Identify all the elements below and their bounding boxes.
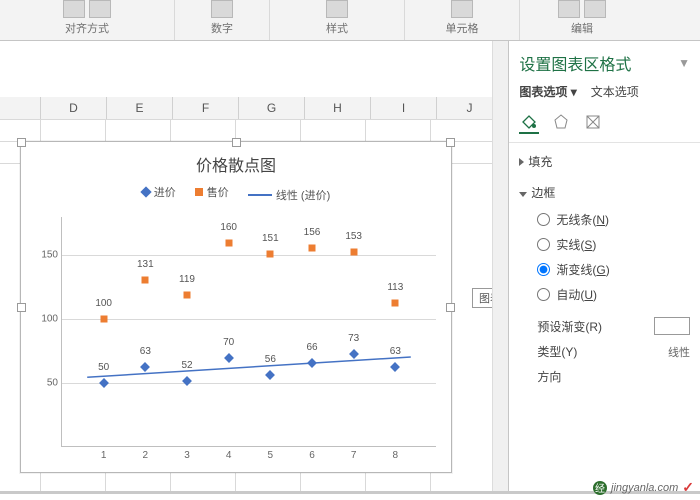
vertical-scrollbar[interactable] (492, 41, 509, 500)
data-label: 70 (223, 337, 234, 348)
col-G[interactable]: G (239, 97, 305, 119)
x-tick: 1 (101, 450, 107, 461)
collapse-icon[interactable] (519, 192, 527, 197)
data-point[interactable] (307, 358, 317, 368)
chart-handle[interactable] (17, 138, 26, 147)
data-label: 131 (137, 259, 154, 270)
effects-tool-icon[interactable] (551, 112, 571, 132)
chart-tooltip: 图表区 (472, 288, 492, 308)
radio-no-line[interactable]: 无线条(N) (537, 211, 690, 228)
data-point[interactable] (267, 251, 274, 258)
chart-legend[interactable]: 进价 售价 线性 (进价) (21, 184, 451, 203)
direction-label: 方向 (537, 368, 561, 385)
data-point[interactable] (99, 378, 109, 388)
data-label: 100 (95, 298, 112, 309)
data-point[interactable] (225, 239, 232, 246)
x-tick: 6 (309, 450, 315, 461)
data-point[interactable] (224, 353, 234, 363)
data-label: 63 (390, 346, 401, 357)
chart-handle[interactable] (446, 138, 455, 147)
data-label: 63 (140, 346, 151, 357)
data-point[interactable] (350, 248, 357, 255)
column-headers: D E F G H I J (0, 97, 492, 120)
data-label: 52 (181, 360, 192, 371)
y-tick: 50 (47, 378, 58, 389)
data-label: 56 (265, 354, 276, 365)
data-point[interactable] (390, 362, 400, 372)
radio-auto[interactable]: 自动(U) (537, 286, 690, 303)
data-label: 50 (98, 362, 109, 373)
type-label: 类型(Y) (537, 343, 577, 360)
data-label: 156 (304, 227, 321, 238)
col-E[interactable]: E (107, 97, 173, 119)
trendline (62, 217, 436, 446)
col-I[interactable]: I (371, 97, 437, 119)
data-label: 151 (262, 233, 279, 244)
expand-icon[interactable] (519, 158, 524, 166)
data-label: 160 (220, 222, 237, 233)
data-point[interactable] (309, 244, 316, 251)
ribbon-group-edit: 编辑 (571, 20, 593, 36)
watermark: 经 jingyanla.com ✓ (593, 479, 694, 496)
data-label: 113 (387, 282, 403, 293)
plot-area[interactable]: 5010015012345678506352705666736310013111… (61, 217, 436, 447)
x-tick: 2 (143, 450, 149, 461)
data-label: 119 (179, 274, 195, 285)
watermark-text: jingyanla.com (611, 482, 678, 494)
data-point[interactable] (140, 362, 150, 372)
chart-options-tab[interactable]: 图表选项 ▾ (519, 83, 576, 100)
y-tick: 150 (41, 250, 58, 261)
section-border[interactable]: 边框 (531, 186, 555, 200)
checkmark-icon: ✓ (682, 479, 694, 496)
fill-tool-icon[interactable] (519, 112, 539, 134)
legend-entry-1: 售价 (207, 184, 229, 200)
pane-dropdown-icon[interactable]: ▼ (678, 56, 690, 70)
format-pane: 设置图表区格式 ▼ 图表选项 ▾ 文本选项 填充 边框 无线条(N) (508, 41, 700, 500)
data-point[interactable] (392, 299, 399, 306)
chart-handle[interactable] (232, 138, 241, 147)
data-point[interactable] (349, 349, 359, 359)
data-label: 73 (348, 333, 359, 344)
radio-gradient-line[interactable]: 渐变线(G) (537, 261, 690, 278)
chart-handle[interactable] (17, 303, 26, 312)
col-H[interactable]: H (305, 97, 371, 119)
x-tick: 7 (351, 450, 357, 461)
type-value[interactable]: 线性 (668, 344, 690, 360)
legend-entry-2: 线性 (进价) (276, 187, 330, 203)
chart-title[interactable]: 价格散点图 (21, 152, 451, 176)
watermark-logo-icon: 经 (593, 481, 607, 495)
col-F[interactable]: F (173, 97, 239, 119)
col-J[interactable]: J (437, 97, 492, 119)
preset-gradient-label: 预设渐变(R) (537, 318, 602, 335)
worksheet-area[interactable]: D E F G H I J (0, 41, 492, 500)
col-D[interactable]: D (41, 97, 107, 119)
data-point[interactable] (184, 291, 191, 298)
data-point[interactable] (100, 316, 107, 323)
format-pane-title: 设置图表区格式 (519, 51, 631, 75)
x-tick: 8 (393, 450, 399, 461)
preset-gradient-picker[interactable] (654, 317, 690, 335)
data-label: 66 (306, 342, 317, 353)
ribbon-group-style: 样式 (326, 20, 348, 36)
legend-entry-0: 进价 (154, 184, 176, 200)
ribbon-group-cells: 单元格 (446, 20, 479, 36)
x-tick: 4 (226, 450, 232, 461)
size-tool-icon[interactable] (583, 112, 603, 132)
chart-handle[interactable] (446, 303, 455, 312)
ribbon-group-align: 对齐方式 (65, 20, 109, 36)
ribbon: 对齐方式 数字 样式 单元格 编辑 (0, 0, 700, 41)
section-fill[interactable]: 填充 (528, 155, 552, 169)
data-label: 153 (345, 231, 362, 242)
data-point[interactable] (142, 276, 149, 283)
x-tick: 5 (268, 450, 274, 461)
ribbon-group-number: 数字 (211, 20, 233, 36)
x-tick: 3 (184, 450, 190, 461)
radio-solid-line[interactable]: 实线(S) (537, 236, 690, 253)
text-options-tab[interactable]: 文本选项 (591, 83, 639, 100)
chart-area[interactable]: 价格散点图 进价 售价 线性 (进价) 50100150123456785063… (20, 141, 452, 473)
y-tick: 100 (41, 314, 58, 325)
data-point[interactable] (265, 370, 275, 380)
